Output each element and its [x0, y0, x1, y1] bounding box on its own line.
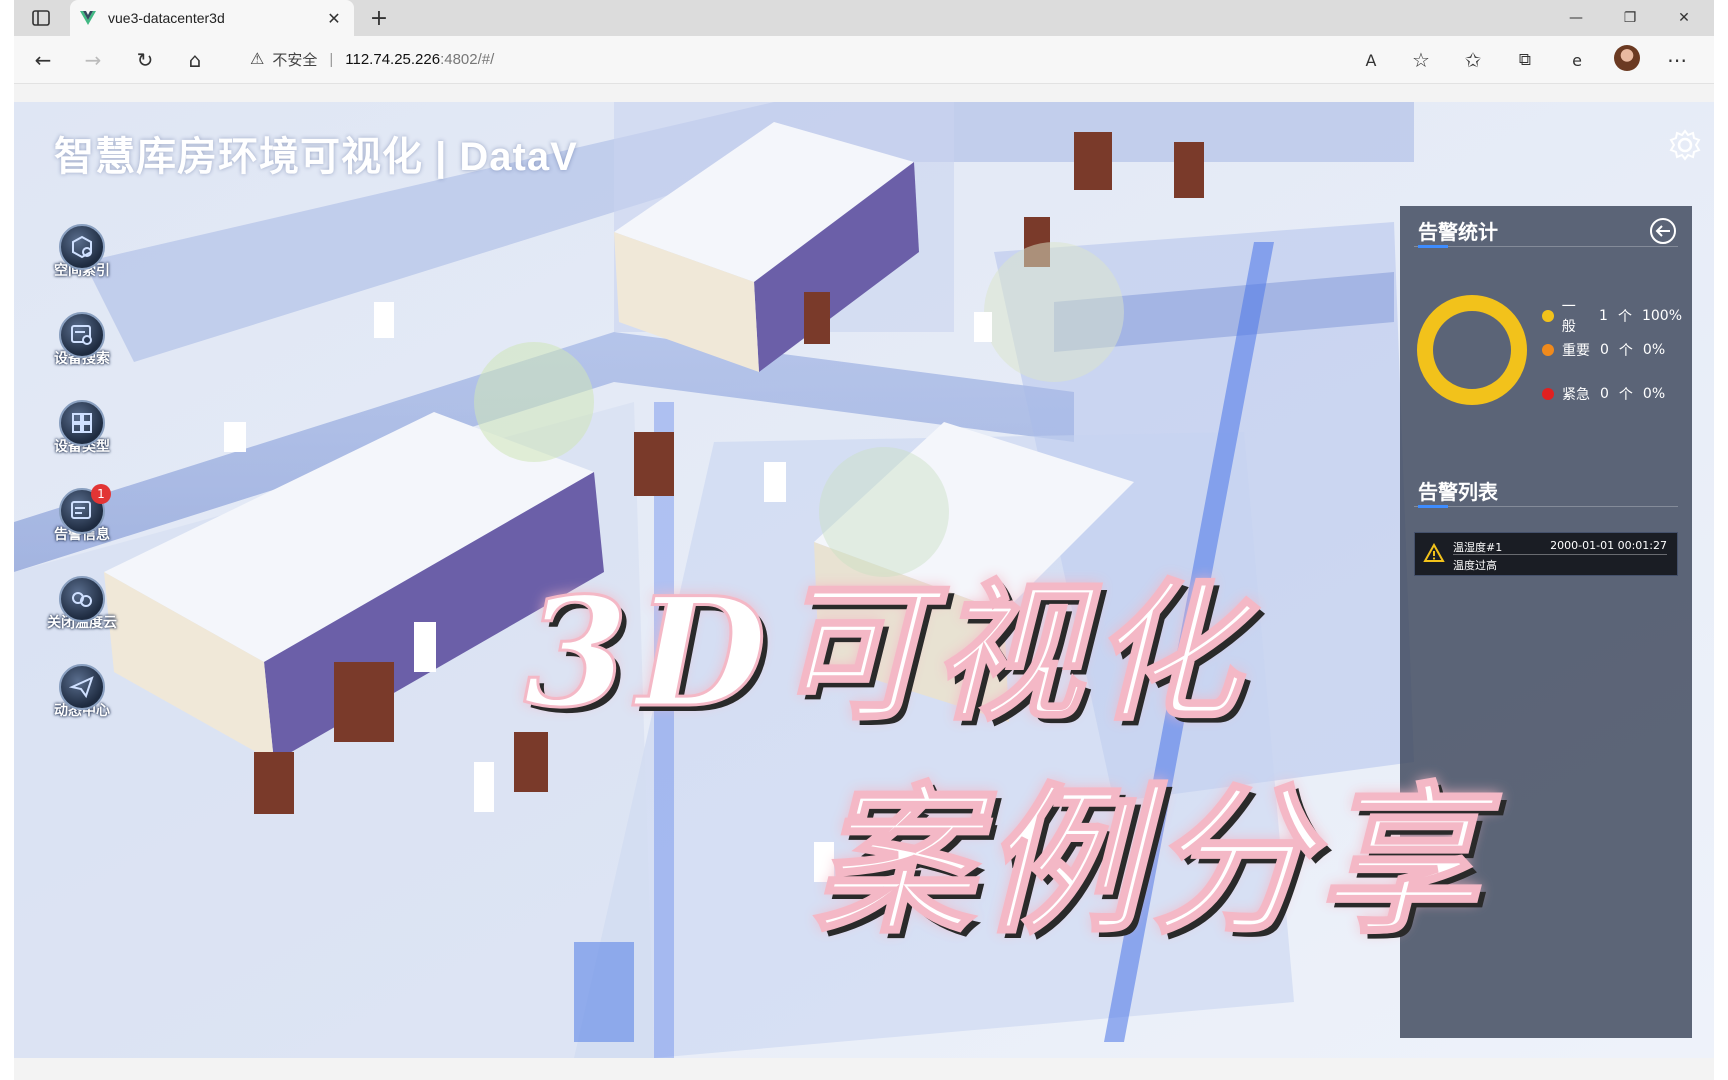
- alarm-time: 2000-01-01 00:01:27: [1550, 539, 1667, 552]
- minimize-icon[interactable]: —: [1550, 0, 1602, 36]
- warning-triangle-icon: [1423, 543, 1445, 562]
- reload-icon[interactable]: ↻: [128, 44, 162, 76]
- read-aloud-icon[interactable]: A: [1354, 44, 1388, 76]
- page-title: 智慧库房环境可视化 | DataV: [54, 135, 578, 179]
- close-window-icon[interactable]: ✕: [1658, 0, 1710, 36]
- new-tab-icon[interactable]: +: [366, 6, 392, 31]
- browser-window: vue3-datacenter3d ✕ + — ❐ ✕ ← → ↻ ⌂ ⚠ 不安…: [14, 0, 1714, 1080]
- alarm-stats-title: 告警统计: [1418, 220, 1498, 244]
- legend-dot-important: [1542, 344, 1554, 356]
- address-separator: |: [329, 50, 334, 68]
- browser-essentials-icon[interactable]: e: [1560, 44, 1594, 76]
- legend-percent: 0%: [1642, 342, 1666, 358]
- url-path: :4802/#/: [440, 50, 495, 68]
- alarm-info-icon: 1: [59, 484, 111, 534]
- cube-search-icon: [59, 224, 105, 270]
- address-toolbar: ← → ↻ ⌂ ⚠ 不安全 | 112.74.25.226:4802/#/ A …: [14, 36, 1714, 84]
- page-viewport: 智慧库房环境可视化 | DataV 空间索引 设备搜索 设备类型 1 告警信息 …: [14, 102, 1714, 1058]
- security-label: 不安全: [272, 51, 318, 69]
- alarm-device-name: 温湿度#1: [1453, 541, 1503, 554]
- browser-tab[interactable]: vue3-datacenter3d ✕: [70, 0, 354, 36]
- legend-unit: 个: [1618, 343, 1633, 359]
- legend-unit: 个: [1618, 387, 1633, 403]
- collapse-panel-icon[interactable]: [1648, 216, 1678, 246]
- legend-name: 重要: [1562, 343, 1590, 359]
- menu-temperature-cloud[interactable]: 关闭温度云: [40, 576, 124, 632]
- restore-icon[interactable]: ❐: [1604, 0, 1656, 36]
- device-search-icon: [59, 312, 105, 358]
- favorites-icon[interactable]: ✩: [1456, 44, 1490, 76]
- warning-icon: ⚠: [250, 51, 265, 68]
- alarm-list-title: 告警列表: [1418, 480, 1498, 504]
- vue-favicon-icon: [80, 11, 96, 25]
- menu-alarm-info[interactable]: 1 告警信息: [40, 484, 124, 544]
- overlay-caption-line2: 案例分享: [812, 766, 1487, 957]
- alarm-count-badge: 1: [91, 484, 111, 504]
- temperature-cloud-icon: [59, 576, 105, 622]
- list-title-divider: [1414, 505, 1678, 508]
- device-type-icon: [59, 400, 105, 446]
- stats-title-divider: [1414, 245, 1678, 248]
- home-icon[interactable]: ⌂: [178, 44, 212, 76]
- menu-device-type[interactable]: 设备类型: [40, 400, 124, 456]
- legend-unit: 个: [1617, 309, 1632, 325]
- legend-general: 一般 1 个 100%: [1542, 296, 1692, 336]
- tab-title: vue3-datacenter3d: [108, 10, 225, 26]
- legend-count: 0: [1600, 386, 1609, 402]
- more-menu-icon[interactable]: ⋯: [1660, 44, 1694, 76]
- tab-strip: vue3-datacenter3d ✕ + — ❐ ✕: [14, 0, 1714, 36]
- address-bar[interactable]: ⚠ 不安全 | 112.74.25.226:4802/#/: [236, 42, 1336, 76]
- legend-urgent: 紧急 0 个 0%: [1542, 384, 1675, 404]
- tab-actions-icon[interactable]: [28, 6, 54, 30]
- donut-ring-general: [1417, 295, 1527, 405]
- legend-name: 一般: [1561, 299, 1576, 335]
- alarm-list-item[interactable]: 温湿度#1 2000-01-01 00:01:27 温度过高: [1414, 532, 1678, 576]
- paper-plane-icon: [59, 664, 105, 710]
- legend-important: 重要 0 个 0%: [1542, 340, 1675, 360]
- legend-percent: 0%: [1642, 386, 1666, 402]
- collections-icon[interactable]: ⧉: [1508, 44, 1542, 76]
- alarm-donut-chart: [1417, 295, 1527, 405]
- menu-dynamic-center[interactable]: 动态中心: [40, 664, 124, 720]
- menu-space-index[interactable]: 空间索引: [40, 224, 124, 280]
- forward-icon[interactable]: →: [76, 44, 110, 76]
- legend-count: 0: [1600, 342, 1609, 358]
- url-host: 112.74.25.226: [345, 50, 441, 68]
- add-favorite-icon[interactable]: ☆: [1404, 44, 1438, 76]
- legend-dot-urgent: [1542, 388, 1554, 400]
- menu-device-search[interactable]: 设备搜索: [40, 312, 124, 368]
- settings-gear-icon[interactable]: [1668, 128, 1702, 162]
- legend-percent: 100%: [1641, 308, 1682, 324]
- alarm-item-divider: [1453, 554, 1667, 555]
- legend-dot-general: [1542, 310, 1554, 322]
- legend-count: 1: [1599, 308, 1608, 324]
- back-icon[interactable]: ←: [26, 44, 60, 76]
- alarm-description: 温度过高: [1453, 559, 1497, 572]
- overlay-caption-line1: 3D可视化: [522, 564, 1249, 743]
- legend-name: 紧急: [1562, 387, 1590, 403]
- tab-close-icon[interactable]: ✕: [324, 8, 344, 28]
- profile-avatar[interactable]: [1614, 45, 1640, 71]
